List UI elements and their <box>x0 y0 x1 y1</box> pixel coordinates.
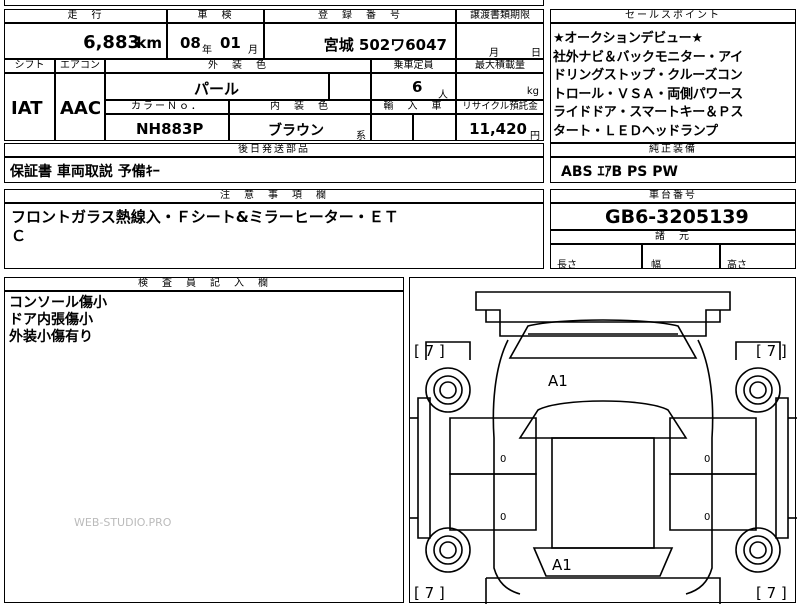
genuine-equipment-box: ABS ｴｱB PS PW <box>550 157 796 183</box>
shift-cell: IAT <box>4 73 55 141</box>
chassis-header: 車台番号 <box>550 189 796 203</box>
car-diagram-svg <box>410 291 797 604</box>
import-header: 輸 入 車 <box>371 100 456 114</box>
dimensions-header: 諸 元 <box>550 230 796 244</box>
selling-point-line: 社外ナビ＆バックモニター・アイ <box>553 49 743 65</box>
damage-mark-front: A1 <box>548 372 568 390</box>
inspection-year-unit: 年 <box>202 45 212 56</box>
selling-points-box: ★オークションデビュー★ 社外ナビ＆バックモニター・アイ ドリングストップ・クル… <box>550 23 796 143</box>
mileage-value: 6,883 <box>83 32 140 53</box>
seat-mark: 0 <box>704 454 711 465</box>
genuine-equipment-header: 純正装備 <box>550 143 796 157</box>
inspector-line: 外装小傷有り <box>9 329 93 345</box>
color-no-value: NH883P <box>136 120 204 138</box>
shift-header: シフト <box>4 59 55 73</box>
dimension-length: 長さ <box>550 244 642 271</box>
recycle-header: リサイクル預託金 <box>456 100 544 114</box>
seat-mark: 0 <box>500 512 507 523</box>
seat-mark: 0 <box>500 454 507 465</box>
mileage-header: 走 行 <box>4 9 167 23</box>
seat-mark: 0 <box>704 512 711 523</box>
dimension-height-label: 高さ <box>727 260 747 271</box>
selling-points-header: セールスポイント <box>550 9 796 23</box>
shift-value: IAT <box>11 98 43 119</box>
top-stub-row <box>4 0 544 6</box>
inspector-line: ドア内張傷小 <box>9 312 93 328</box>
inspector-header: 検 査 員 記 入 欄 <box>4 277 404 291</box>
import-cell-right <box>413 114 456 141</box>
inspector-box: コンソール傷小 ドア内張傷小 外装小傷有り <box>4 291 404 603</box>
notes-header: 注 意 事 項 欄 <box>4 189 544 203</box>
dimension-length-label: 長さ <box>557 260 577 271</box>
transfer-month-unit: 月 <box>489 48 499 59</box>
exterior-color-header: 外 装 色 <box>105 59 371 73</box>
later-parts-value: 保証書 車両取説 予備ｷｰ <box>10 164 160 180</box>
exterior-color-extra <box>329 73 371 100</box>
inspector-line: コンソール傷小 <box>9 295 107 311</box>
capacity-header: 乗車定員 <box>371 59 456 73</box>
inspection-year: 08 <box>180 34 201 52</box>
aircon-header: エアコン <box>55 59 105 73</box>
dimension-width-label: 幅 <box>651 260 661 271</box>
max-load-cell: kg <box>456 73 544 100</box>
tire-label-rear-left: [ 7 ] <box>414 584 445 602</box>
chassis-value: GB6-3205139 <box>605 206 749 228</box>
capacity-unit: 人 <box>438 90 448 101</box>
inspection-month: 01 <box>220 34 241 52</box>
max-load-header: 最大積載量 <box>456 59 544 73</box>
selling-point-line: トロール・ＶＳＡ・両側パワース <box>553 86 743 102</box>
notes-box: フロントガラス熱線入・Ｆシート&ミラーヒーター・ＥＴ Ｃ <box>4 203 544 269</box>
tire-label-front-left: [ 7 ] <box>414 342 445 360</box>
aircon-cell: AAC <box>55 73 105 141</box>
mileage-cell: 6,883 km <box>4 23 167 59</box>
recycle-value: 11,420 <box>469 120 527 138</box>
selling-point-line: ライドドア・スマートキー＆Ｐス <box>553 105 744 120</box>
interior-color-unit: 系 <box>356 131 366 142</box>
exterior-color-cell: パール <box>105 73 329 100</box>
exterior-color-value: パール <box>194 80 240 98</box>
tire-label-rear-right: [ 7 ] <box>756 584 787 602</box>
car-diagram: [ 7 ] [ 7 ] [ 7 ] [ 7 ] A1 A1 0 0 0 0 <box>409 277 797 604</box>
transfer-cell: 月 日 <box>456 23 544 59</box>
max-load-unit: kg <box>526 86 539 97</box>
dimension-width: 幅 <box>642 244 720 271</box>
dimension-height: 高さ <box>720 244 796 271</box>
mileage-unit: km <box>136 34 162 52</box>
recycle-unit: 円 <box>530 131 540 142</box>
interior-color-cell: ブラウン 系 <box>229 114 371 142</box>
registration-cell: 宮城 502ワ6047 <box>264 23 456 59</box>
inspection-header: 車 検 <box>167 9 264 23</box>
selling-point-line: ドリングストップ・クルーズコン <box>553 68 743 83</box>
registration-header: 登 録 番 号 <box>264 9 456 23</box>
inspection-month-unit: 月 <box>248 45 258 56</box>
tire-label-front-right: [ 7 ] <box>756 342 787 360</box>
interior-color-value: ブラウン <box>268 123 324 139</box>
later-parts-header: 後日発送部品 <box>4 143 544 157</box>
selling-point-line: ★オークションデビュー★ <box>553 31 703 46</box>
color-no-header: カラーＮｏ． <box>105 100 229 114</box>
capacity-value: 6 <box>412 78 423 96</box>
recycle-cell: 11,420 円 <box>456 114 544 142</box>
transfer-day-unit: 日 <box>531 48 541 59</box>
genuine-equipment-value: ABS ｴｱB PS PW <box>561 164 678 180</box>
transfer-header: 譲渡書類期限 <box>456 9 544 23</box>
interior-color-header: 内 装 色 <box>229 100 371 114</box>
watermark: WEB-STUDIO.PRO <box>74 516 172 529</box>
color-no-cell: NH883P <box>105 114 229 141</box>
registration-value: 宮城 502ワ6047 <box>323 36 447 54</box>
notes-line: フロントガラス熱線入・Ｆシート&ミラーヒーター・ＥＴ <box>11 208 399 226</box>
aircon-value: AAC <box>60 98 102 119</box>
capacity-cell: 6 人 <box>371 73 456 101</box>
notes-line: Ｃ <box>11 227 27 245</box>
selling-point-line: タート・ＬＥＤヘッドランプ <box>553 123 718 139</box>
damage-mark-rear: A1 <box>552 556 572 574</box>
inspection-cell: 08 年 01 月 <box>167 23 264 59</box>
import-cell-left <box>371 114 413 141</box>
later-parts-box: 保証書 車両取説 予備ｷｰ <box>4 157 544 183</box>
chassis-box: GB6-3205139 <box>550 203 796 230</box>
